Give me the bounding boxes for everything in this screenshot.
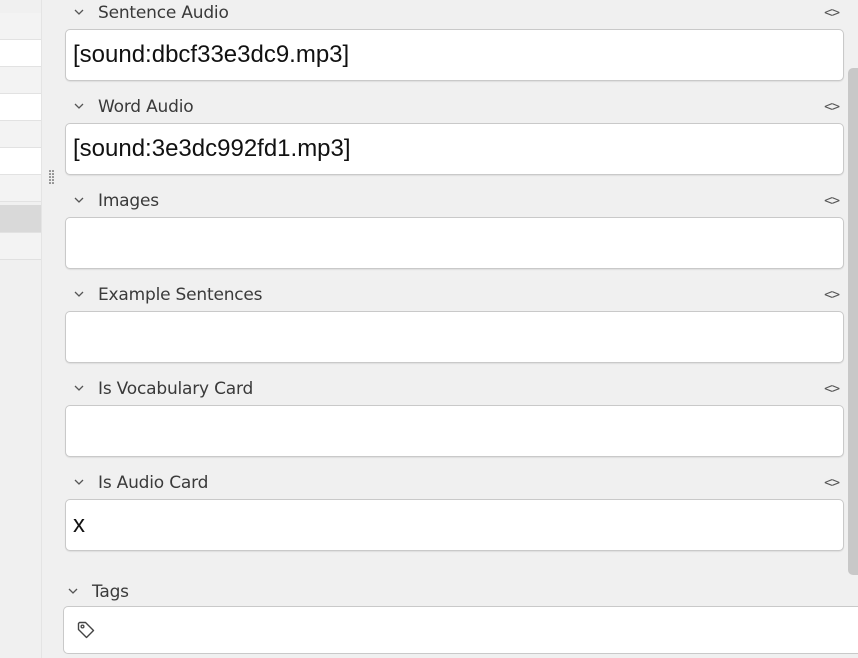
code-toggle-icon[interactable]: <> xyxy=(824,475,840,491)
field-input-is-audio-card[interactable]: x xyxy=(65,499,844,551)
code-toggle-icon[interactable]: <> xyxy=(824,287,840,303)
field-name: Sentence Audio xyxy=(98,3,229,23)
field-input-images[interactable] xyxy=(65,217,844,269)
list-row[interactable] xyxy=(0,175,41,202)
code-toggle-icon[interactable]: <> xyxy=(824,5,840,21)
chevron-down-icon[interactable] xyxy=(73,194,85,206)
field-name: Is Vocabulary Card xyxy=(98,379,254,399)
chevron-down-icon[interactable] xyxy=(73,288,85,300)
list-row[interactable] xyxy=(0,94,41,121)
field-input-sentence-audio[interactable]: [sound:dbcf33e3dc9.mp3] xyxy=(65,29,844,81)
field-header[interactable]: Images <> xyxy=(65,189,846,213)
scrollbar[interactable] xyxy=(848,68,858,575)
list-row[interactable] xyxy=(0,67,41,94)
code-toggle-icon[interactable]: <> xyxy=(824,193,840,209)
field-name: Is Audio Card xyxy=(98,473,209,493)
field-name: Images xyxy=(98,191,159,211)
field-header[interactable]: Is Vocabulary Card <> xyxy=(65,377,846,401)
list-row-selected[interactable] xyxy=(0,205,41,233)
tag-icon xyxy=(77,621,95,639)
field-name: Example Sentences xyxy=(98,285,263,305)
chevron-down-icon[interactable] xyxy=(73,100,85,112)
field-header[interactable]: Example Sentences <> xyxy=(65,283,846,307)
list-row[interactable] xyxy=(0,233,41,260)
field-input-example-sentences[interactable] xyxy=(65,311,844,363)
card-list-panel[interactable] xyxy=(0,0,41,658)
chevron-down-icon[interactable] xyxy=(73,476,85,488)
field-header[interactable]: Word Audio <> xyxy=(65,95,846,119)
field-name: Word Audio xyxy=(98,97,194,117)
tags-input[interactable] xyxy=(63,606,858,654)
field-header[interactable]: Sentence Audio <> xyxy=(65,1,846,25)
field-input-word-audio[interactable]: [sound:3e3dc992fd1.mp3] xyxy=(65,123,844,175)
note-editor: Sentence Audio <> [sound:dbcf33e3dc9.mp3… xyxy=(42,0,858,658)
list-row[interactable] xyxy=(0,148,41,175)
tags-header[interactable]: Tags xyxy=(59,580,359,604)
code-toggle-icon[interactable]: <> xyxy=(824,99,840,115)
chevron-down-icon[interactable] xyxy=(73,382,85,394)
code-toggle-icon[interactable]: <> xyxy=(824,381,840,397)
field-header[interactable]: Is Audio Card <> xyxy=(65,471,846,495)
chevron-down-icon[interactable] xyxy=(67,585,79,597)
list-row[interactable] xyxy=(0,13,41,40)
chevron-down-icon[interactable] xyxy=(73,6,85,18)
list-row[interactable] xyxy=(0,121,41,148)
list-row[interactable] xyxy=(0,40,41,67)
field-input-is-vocabulary-card[interactable] xyxy=(65,405,844,457)
tags-label: Tags xyxy=(92,582,129,602)
